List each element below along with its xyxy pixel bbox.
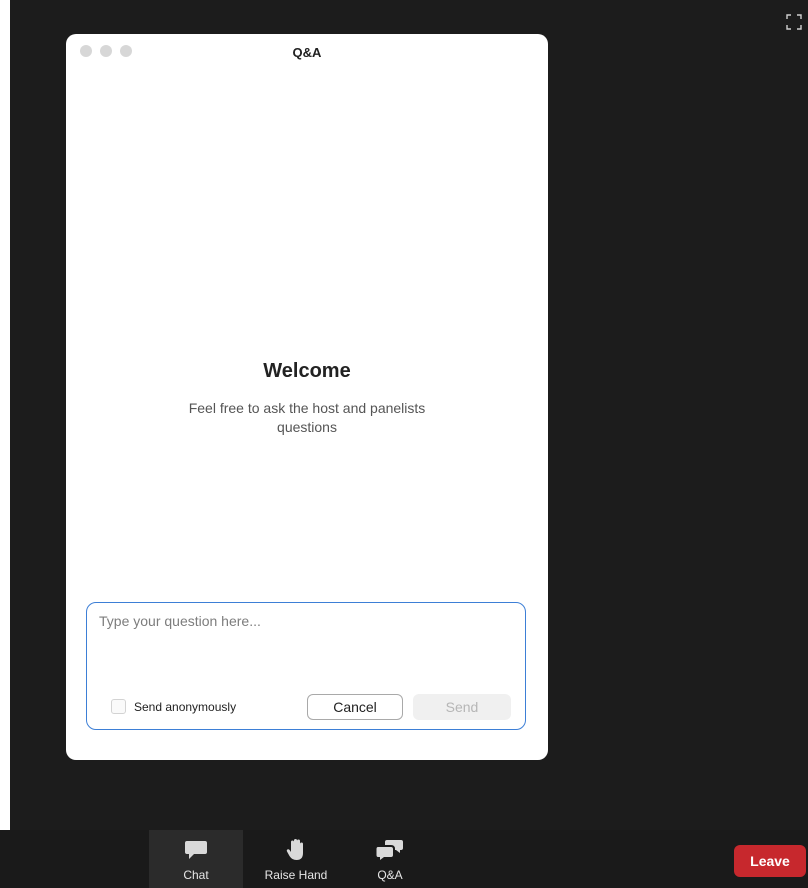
toolbar-qa-button[interactable]: Q&A — [350, 830, 430, 888]
hand-icon — [285, 838, 307, 862]
send-button[interactable]: Send — [413, 694, 511, 720]
send-anonymously-option[interactable]: Send anonymously — [111, 699, 236, 714]
send-anonymously-checkbox[interactable] — [111, 699, 126, 714]
dialog-title: Q&A — [292, 45, 322, 60]
meeting-window: Q&A Welcome Feel free to ask the host an… — [0, 0, 808, 888]
question-input[interactable] — [99, 613, 509, 673]
qa-bubbles-icon — [376, 838, 404, 862]
send-anonymously-label: Send anonymously — [134, 699, 237, 714]
chat-bubble-icon — [184, 838, 208, 862]
welcome-title: Welcome — [263, 360, 351, 382]
toolbar-raise-hand-label: Raise Hand — [264, 868, 328, 882]
toolbar-chat-label: Chat — [183, 868, 209, 882]
dialog-titlebar: Q&A — [66, 34, 548, 74]
welcome-subtitle: Feel free to ask the host and panelists … — [188, 400, 426, 435]
question-compose-box: Send anonymously Cancel Send — [86, 602, 526, 730]
fullscreen-icon[interactable] — [786, 14, 802, 30]
leave-button[interactable]: Leave — [734, 845, 806, 877]
cancel-button[interactable]: Cancel — [307, 694, 403, 720]
meeting-toolbar: Chat Raise Hand Q&A Leave — [0, 830, 808, 888]
toolbar-qa-label: Q&A — [377, 868, 403, 882]
welcome-message: Welcome Feel free to ask the host and pa… — [66, 360, 548, 437]
left-edge-strip — [0, 0, 10, 830]
toolbar-chat-button[interactable]: Chat — [149, 830, 243, 888]
toolbar-raise-hand-button[interactable]: Raise Hand — [248, 830, 344, 888]
qa-dialog: Q&A Welcome Feel free to ask the host an… — [66, 34, 548, 760]
